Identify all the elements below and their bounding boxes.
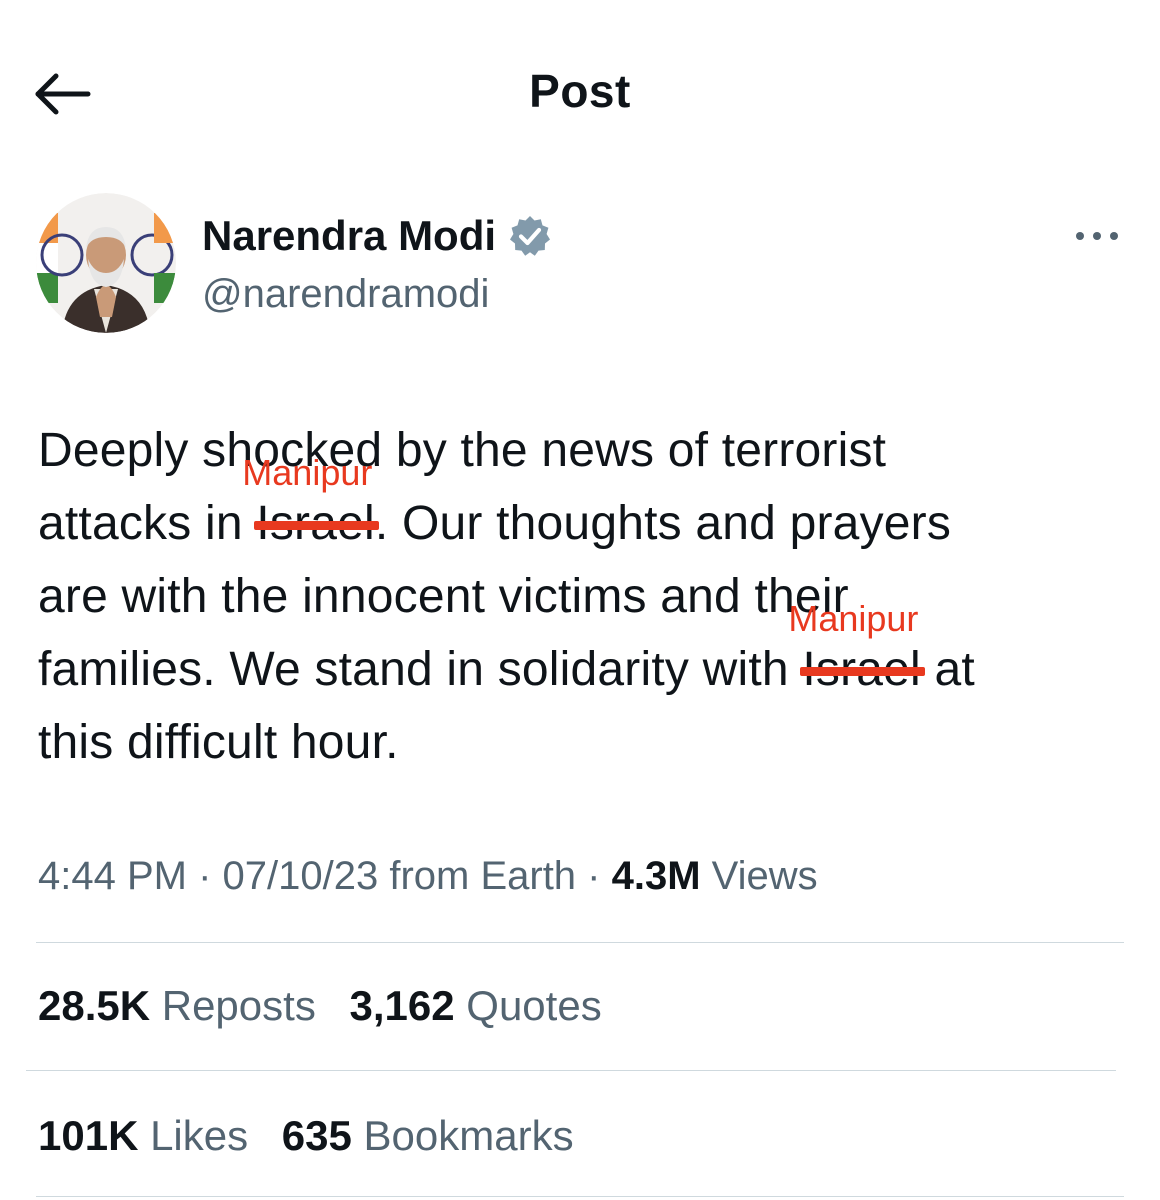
profile-photo	[36, 193, 176, 333]
post-text: Deeply shocked by the news of terrorist …	[38, 414, 1128, 779]
divider	[36, 1196, 1124, 1197]
post-source: from Earth	[378, 854, 577, 898]
likes-label: Likes	[138, 1112, 249, 1159]
separator-dot: ·	[186, 854, 223, 898]
verified-badge-icon	[508, 214, 552, 258]
bookmarks-stat[interactable]: 635 Bookmarks	[282, 1112, 574, 1160]
divider	[26, 1070, 1116, 1071]
post-text-segment: families. We stand in solidarity with	[38, 643, 803, 696]
reposts-label: Reposts	[150, 982, 316, 1029]
engagement-row-likes: 101K Likes 635 Bookmarks	[38, 1112, 596, 1160]
author-name-row: Narendra Modi	[202, 208, 552, 264]
post-time[interactable]: 4:44 PM	[38, 854, 187, 898]
quotes-count: 3,162	[349, 982, 455, 1029]
post-text-segment: attacks in	[38, 497, 257, 550]
author-handle[interactable]: @narendramodi	[202, 272, 489, 317]
red-strikethrough	[800, 666, 925, 676]
views-count: 4.3M	[611, 854, 701, 898]
post-text-segment: at	[920, 643, 975, 696]
quotes-label: Quotes	[454, 982, 602, 1029]
divider	[36, 942, 1124, 943]
post-text-segment: Deeply shocked by the news of terrorist	[38, 424, 887, 477]
separator-dot: ·	[576, 854, 612, 898]
post-text-segment: this difficult hour.	[38, 716, 399, 769]
post-line: attacks in Israel Manipur. Our thoughts a…	[38, 453, 1128, 560]
likes-count: 101K	[38, 1112, 139, 1159]
top-bar: Post	[0, 0, 1160, 190]
page-title: Post	[529, 65, 631, 117]
reposts-count: 28.5K	[38, 982, 151, 1029]
views-label: Views	[700, 854, 818, 898]
post-line: this difficult hour.	[38, 706, 1128, 779]
edited-word: Israel Manipur	[788, 599, 925, 706]
engagement-row-reposts: 28.5K Reposts 3,162 Quotes	[38, 982, 624, 1030]
bookmarks-label: Bookmarks	[351, 1112, 574, 1159]
handwritten-replacement-label: Manipur	[242, 452, 373, 493]
avatar[interactable]	[36, 193, 176, 333]
likes-stat[interactable]: 101K Likes	[38, 1112, 248, 1160]
post-line: families. We stand in solidarity with Is…	[38, 599, 1128, 706]
more-horizontal-icon	[1076, 232, 1118, 240]
edited-word: Israel Manipur	[242, 453, 379, 560]
author-display-name[interactable]: Narendra Modi	[202, 212, 496, 260]
more-options-button[interactable]	[1070, 216, 1124, 256]
post-text-segment: . Our thoughts and prayers	[374, 497, 952, 550]
post-line: are with the innocent victims and their	[38, 560, 1128, 633]
post-metadata: 4:44 PM · 07/10/23 from Earth · 4.3M Vie…	[38, 854, 818, 899]
reposts-stat[interactable]: 28.5K Reposts	[38, 982, 316, 1030]
quotes-stat[interactable]: 3,162 Quotes	[350, 982, 602, 1030]
red-strikethrough	[254, 520, 379, 530]
bookmarks-count: 635	[281, 1112, 352, 1159]
post-line: Deeply shocked by the news of terrorist	[38, 414, 1128, 487]
post-text-segment: are with the innocent victims and their	[38, 570, 849, 623]
post-date[interactable]: 07/10/23	[223, 854, 379, 898]
handwritten-replacement-label: Manipur	[788, 598, 919, 639]
